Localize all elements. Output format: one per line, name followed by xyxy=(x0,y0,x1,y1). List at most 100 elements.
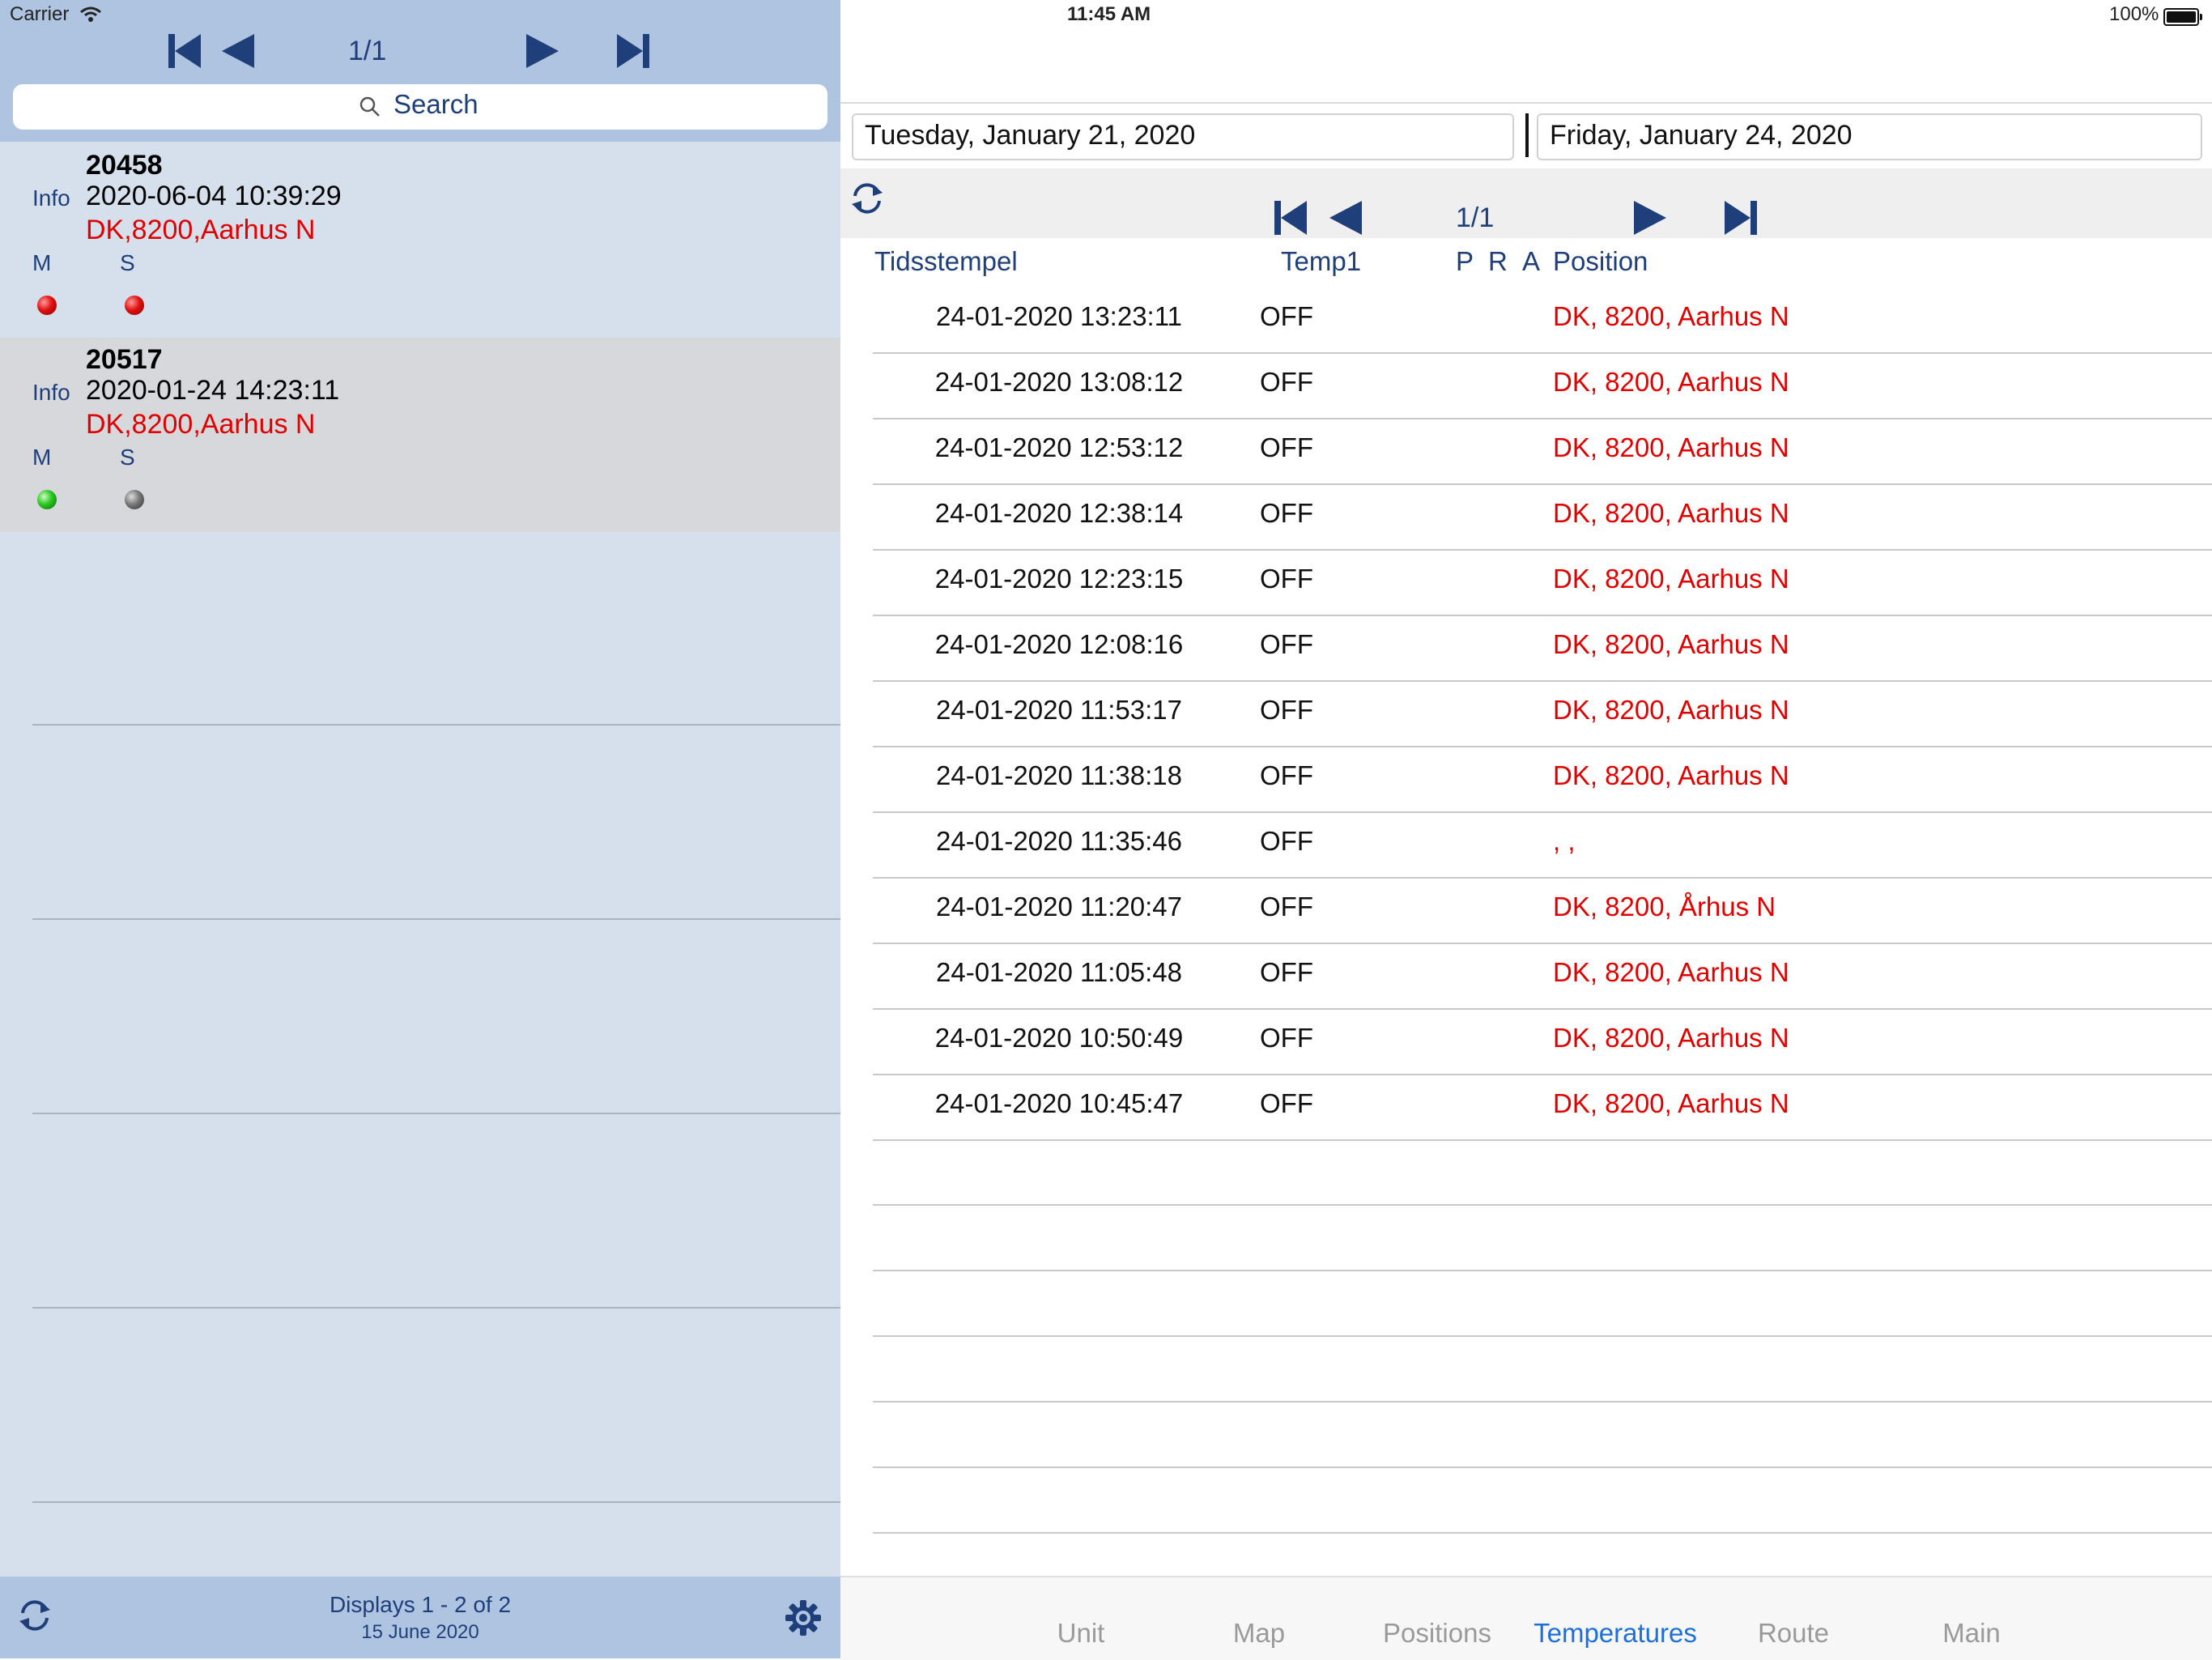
tab-unit[interactable]: Unit xyxy=(992,1618,1170,1649)
table-row[interactable]: 24-01-2020 12:38:14 OFF DK, 8200, Aarhus… xyxy=(873,483,2212,551)
device-id: 20517 xyxy=(86,344,163,375)
cell-timestamp: 24-01-2020 12:08:16 xyxy=(934,629,1184,659)
cell-position: DK, 8200, Aarhus N xyxy=(1553,1023,1789,1053)
table-row[interactable]: 24-01-2020 10:45:47 OFF DK, 8200, Aarhus… xyxy=(873,1074,2212,1141)
empty-row-divider xyxy=(873,1466,2212,1468)
column-header-r[interactable]: R xyxy=(1488,246,1508,277)
list-divider xyxy=(32,1113,840,1114)
device-location: DK,8200,Aarhus N xyxy=(86,215,316,245)
cell-timestamp: 24-01-2020 11:38:18 xyxy=(936,760,1182,790)
battery-percent: 100% xyxy=(2109,3,2159,25)
m-status-indicator xyxy=(37,296,57,315)
column-header-timestamp[interactable]: Tidsstempel xyxy=(874,246,1018,277)
s-status-indicator xyxy=(125,490,144,509)
cell-temp1: OFF xyxy=(1260,367,1313,397)
table-row[interactable]: 24-01-2020 11:20:47 OFF DK, 8200, Århus … xyxy=(873,877,2212,944)
cell-timestamp: 24-01-2020 10:45:47 xyxy=(934,1088,1184,1118)
first-page-icon[interactable] xyxy=(167,32,202,70)
cell-temp1: OFF xyxy=(1260,498,1313,528)
refresh-icon[interactable] xyxy=(849,180,886,217)
empty-row-divider xyxy=(873,1532,2212,1534)
tab-map[interactable]: Map xyxy=(1170,1618,1348,1649)
column-header-position[interactable]: Position xyxy=(1553,246,1648,277)
table-row[interactable]: 24-01-2020 12:53:12 OFF DK, 8200, Aarhus… xyxy=(873,418,2212,485)
cell-temp1: OFF xyxy=(1260,629,1313,659)
first-page-icon[interactable] xyxy=(1273,199,1308,236)
wifi-icon xyxy=(80,6,101,22)
cell-temp1: OFF xyxy=(1260,1023,1313,1053)
tab-temperatures[interactable]: Temperatures xyxy=(1526,1618,1704,1649)
to-date-field[interactable]: Friday, January 24, 2020 xyxy=(1537,113,2202,160)
cell-position: DK, 8200, Aarhus N xyxy=(1553,498,1789,528)
last-page-icon[interactable] xyxy=(615,32,653,70)
tab-main[interactable]: Main xyxy=(1882,1618,2061,1649)
last-page-icon[interactable] xyxy=(1723,199,1760,236)
status-time: 11:45 AM xyxy=(1067,3,1151,25)
empty-row-divider xyxy=(873,1401,2212,1402)
cell-position: DK, 8200, Aarhus N xyxy=(1553,629,1789,659)
m-label: M xyxy=(32,250,52,275)
device-location: DK,8200,Aarhus N xyxy=(86,409,316,440)
table-row[interactable]: 24-01-2020 11:05:48 OFF DK, 8200, Aarhus… xyxy=(873,943,2212,1010)
tab-positions[interactable]: Positions xyxy=(1348,1618,1526,1649)
column-header-temp1[interactable]: Temp1 xyxy=(1281,246,1361,277)
cell-temp1: OFF xyxy=(1260,826,1313,856)
table-row[interactable]: 24-01-2020 10:50:49 OFF DK, 8200, Aarhus… xyxy=(873,1008,2212,1075)
cell-position: DK, 8200, Århus N xyxy=(1553,892,1776,922)
cell-timestamp: 24-01-2020 11:35:46 xyxy=(936,826,1182,856)
cell-position: DK, 8200, Aarhus N xyxy=(1553,695,1789,725)
cell-position: DK, 8200, Aarhus N xyxy=(1553,432,1789,462)
next-page-icon[interactable] xyxy=(1632,199,1668,236)
previous-page-icon[interactable] xyxy=(1328,199,1363,236)
m-status-indicator xyxy=(37,490,57,509)
cell-temp1: OFF xyxy=(1260,1088,1313,1118)
list-divider xyxy=(32,918,840,920)
next-page-icon[interactable] xyxy=(525,32,560,70)
search-placeholder: Search xyxy=(393,89,479,119)
date-range-divider xyxy=(1525,113,1529,157)
header-divider xyxy=(840,102,2212,104)
table-row[interactable]: 24-01-2020 11:38:18 OFF DK, 8200, Aarhus… xyxy=(873,746,2212,813)
battery-icon xyxy=(2163,8,2202,26)
s-label: S xyxy=(120,445,135,470)
table-row[interactable]: 24-01-2020 13:23:11 OFF DK, 8200, Aarhus… xyxy=(873,287,2212,354)
search-icon xyxy=(359,96,380,117)
to-date-value: Friday, January 24, 2020 xyxy=(1550,120,1853,151)
cell-temp1: OFF xyxy=(1260,892,1313,922)
device-list-item[interactable]: 20458 Info 2020-06-04 10:39:29 DK,8200,A… xyxy=(0,143,840,338)
cell-timestamp: 24-01-2020 11:05:48 xyxy=(936,957,1182,987)
cell-temp1: OFF xyxy=(1260,432,1313,462)
cell-timestamp: 24-01-2020 12:23:15 xyxy=(934,564,1184,594)
info-link[interactable]: Info xyxy=(32,185,70,211)
gear-icon[interactable] xyxy=(784,1598,823,1637)
display-count: Displays 1 - 2 of 2 xyxy=(329,1592,512,1617)
tab-route[interactable]: Route xyxy=(1704,1618,1882,1649)
from-date-value: Tuesday, January 21, 2020 xyxy=(865,120,1196,151)
table-row[interactable]: 24-01-2020 11:53:17 OFF DK, 8200, Aarhus… xyxy=(873,680,2212,747)
table-row[interactable]: 24-01-2020 12:23:15 OFF DK, 8200, Aarhus… xyxy=(873,549,2212,616)
cell-temp1: OFF xyxy=(1260,695,1313,725)
cell-position: DK, 8200, Aarhus N xyxy=(1553,564,1789,594)
info-link[interactable]: Info xyxy=(32,380,70,406)
device-list-item-selected[interactable]: 20517 Info 2020-01-24 14:23:11 DK,8200,A… xyxy=(0,338,840,532)
s-label: S xyxy=(120,250,135,275)
status-carrier: Carrier xyxy=(10,3,70,25)
cell-timestamp: 24-01-2020 13:23:11 xyxy=(936,301,1182,331)
m-label: M xyxy=(32,445,52,470)
cell-position: DK, 8200, Aarhus N xyxy=(1553,1088,1789,1118)
cell-temp1: OFF xyxy=(1260,301,1313,331)
cell-position: DK, 8200, Aarhus N xyxy=(1553,367,1789,397)
cell-temp1: OFF xyxy=(1260,760,1313,790)
column-header-p[interactable]: P xyxy=(1456,246,1474,277)
from-date-field[interactable]: Tuesday, January 21, 2020 xyxy=(852,113,1514,160)
cell-timestamp: 24-01-2020 11:20:47 xyxy=(936,892,1182,922)
table-row[interactable]: 24-01-2020 11:35:46 OFF , , xyxy=(873,811,2212,879)
page-indicator: 1/1 xyxy=(348,36,387,66)
previous-page-icon[interactable] xyxy=(220,32,256,70)
table-row[interactable]: 24-01-2020 12:08:16 OFF DK, 8200, Aarhus… xyxy=(873,615,2212,682)
cell-position: DK, 8200, Aarhus N xyxy=(1553,957,1789,987)
device-timestamp: 2020-01-24 14:23:11 xyxy=(86,375,340,406)
cell-timestamp: 24-01-2020 12:53:12 xyxy=(934,432,1184,462)
table-row[interactable]: 24-01-2020 13:08:12 OFF DK, 8200, Aarhus… xyxy=(873,352,2212,419)
column-header-a[interactable]: A xyxy=(1522,246,1540,277)
